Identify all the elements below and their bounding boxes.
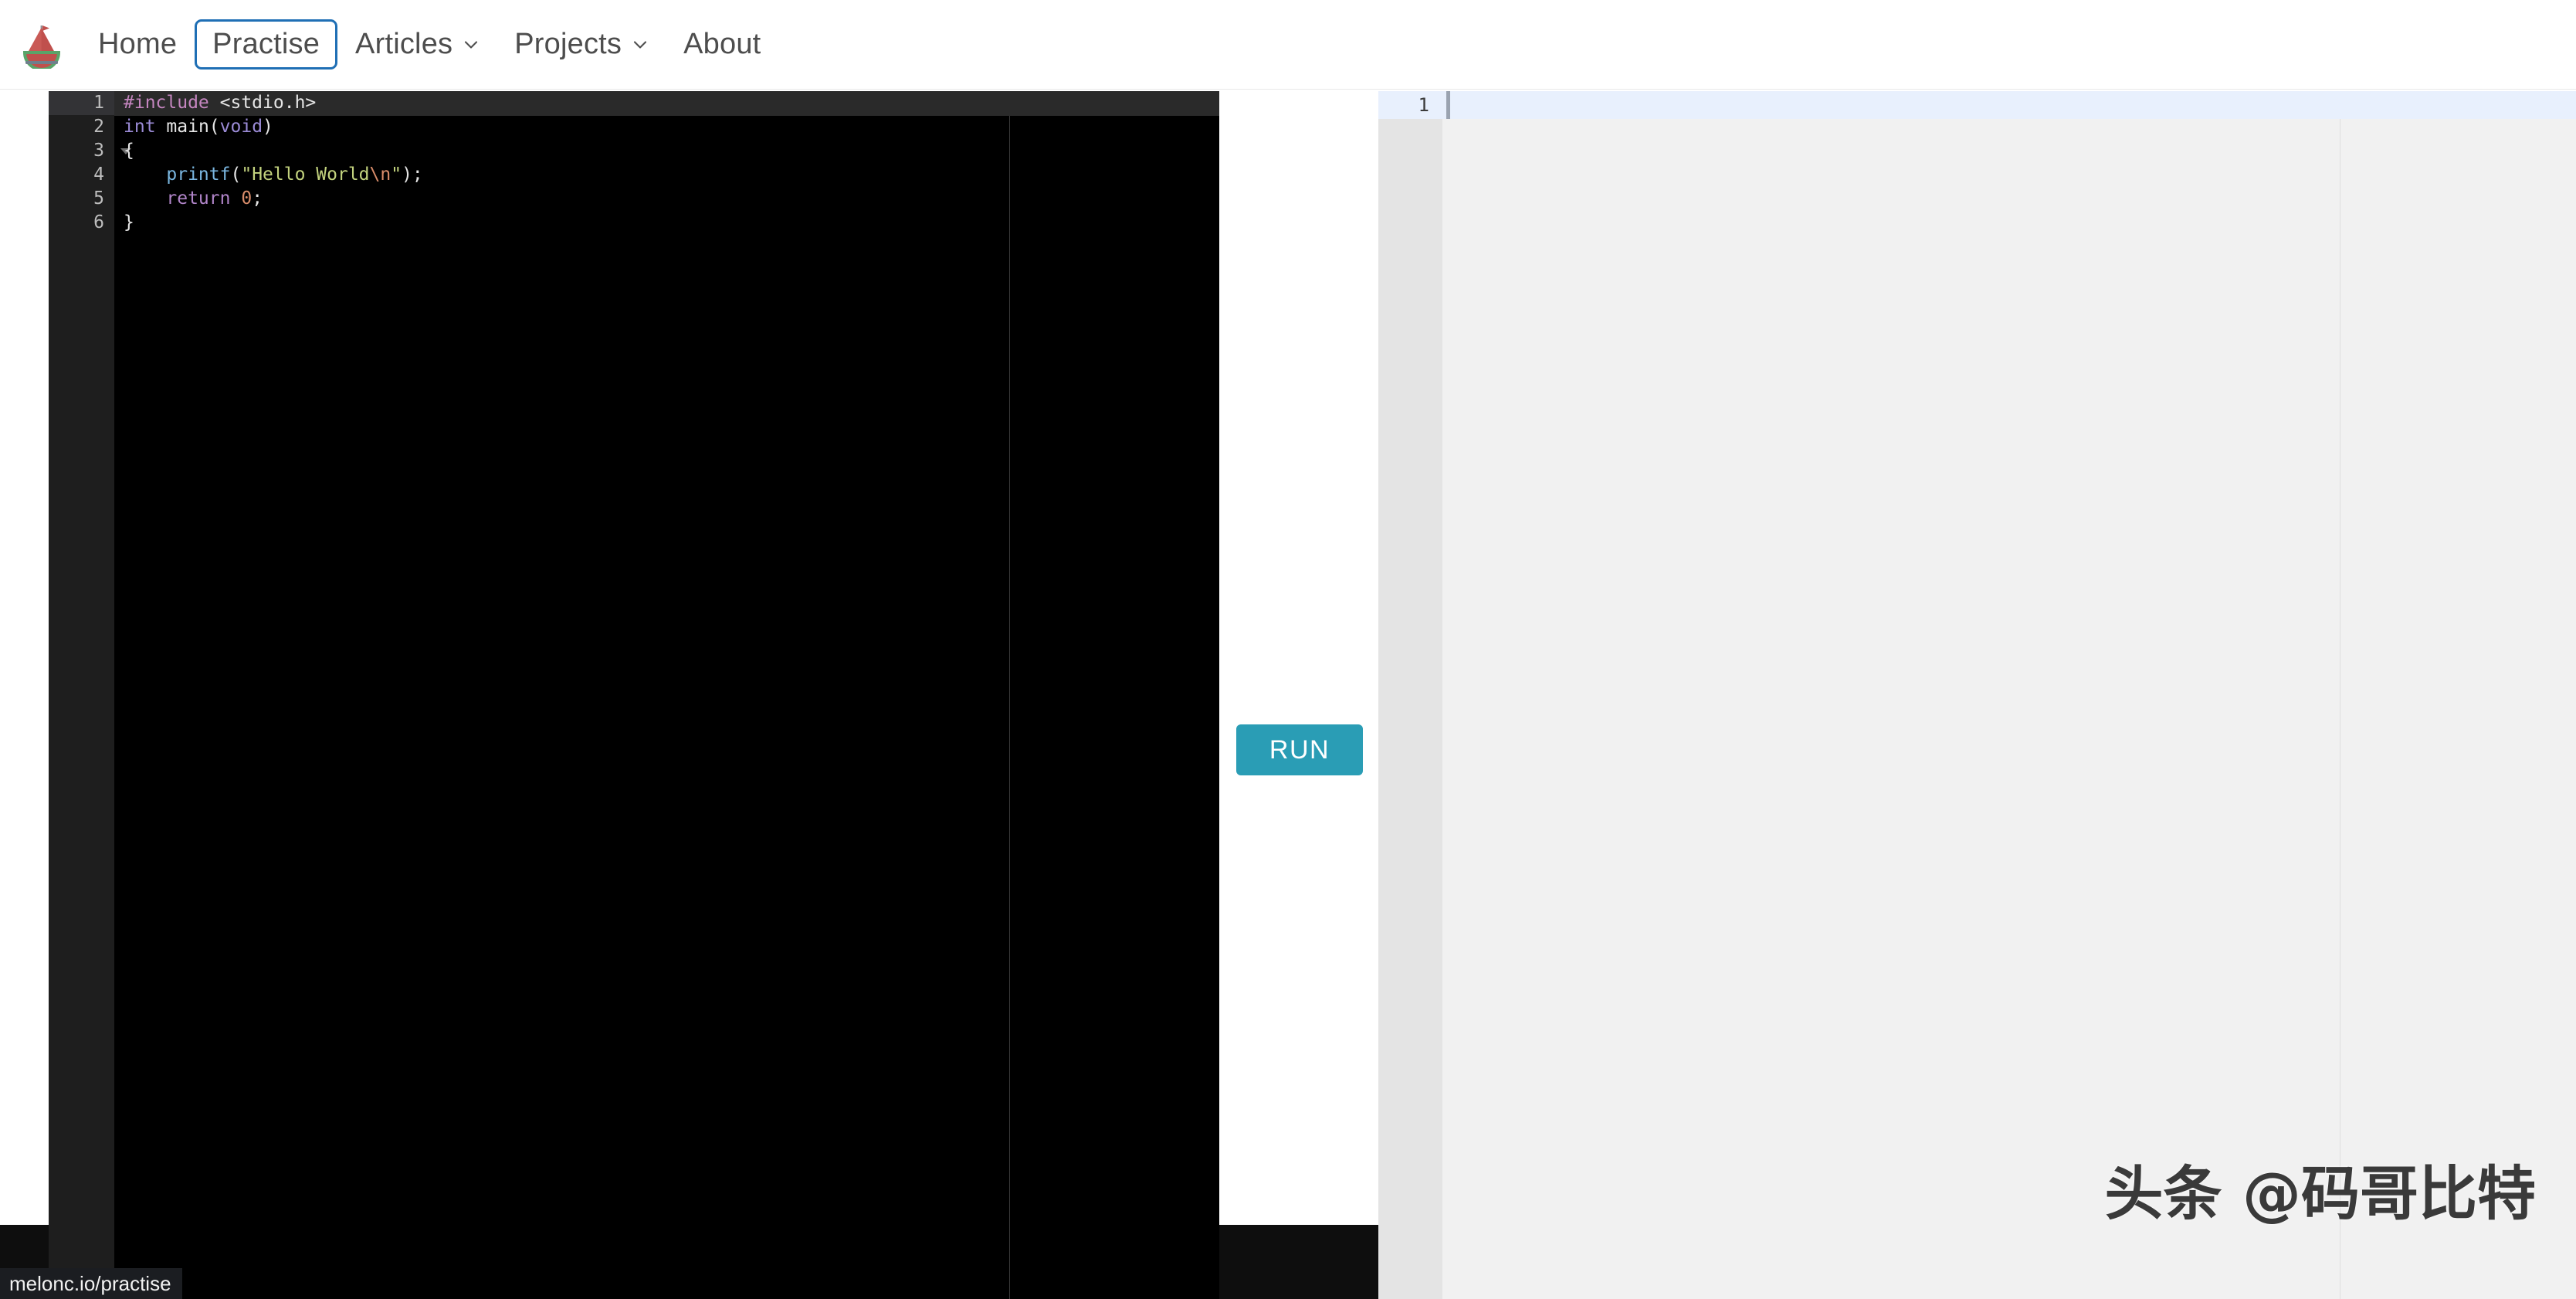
output-editor-line-number-gutter: 1	[1378, 91, 1442, 1299]
nav-item-label: Home	[98, 28, 178, 60]
code-line: }	[114, 211, 1219, 235]
code-editor-line-number-gutter: 1234 5 6	[49, 91, 131, 1299]
code-line-number: 3	[49, 139, 131, 163]
code-token: (	[230, 164, 242, 185]
code-token: printf	[166, 164, 231, 185]
code-token: )	[263, 117, 273, 137]
code-token: \n	[369, 164, 391, 185]
code-token: "Hello World	[241, 164, 370, 185]
code-line-number: 1	[49, 91, 114, 115]
code-editor-panel[interactable]: 123456 #include <stdio.h> int main(void){…	[49, 91, 1219, 1299]
code-token: int	[124, 117, 156, 137]
nav-item-label: Practise	[212, 28, 320, 60]
code-editor-content[interactable]: #include <stdio.h> int main(void){ printf…	[114, 91, 1219, 1299]
code-line-number: 4	[93, 164, 104, 185]
code-token: main	[166, 117, 209, 137]
chevron-down-icon	[632, 37, 648, 53]
code-line-number: 5	[93, 188, 104, 209]
nav-item-practise[interactable]: Practise	[195, 19, 338, 70]
browser-status-bar-url: melonc.io/practise	[0, 1268, 182, 1299]
code-token: (	[208, 117, 220, 137]
code-line: int main(void)	[114, 115, 1219, 139]
nav-item-label: About	[683, 28, 761, 60]
code-token: );	[402, 164, 423, 185]
watermark-text: 头条 @码哥比特	[2104, 1159, 2536, 1228]
output-editor-panel[interactable]: 1	[1378, 91, 2576, 1299]
nav-item-articles[interactable]: Articles	[337, 19, 497, 70]
code-token: void	[219, 117, 263, 137]
code-token: "	[391, 164, 402, 185]
code-token: {	[124, 141, 134, 161]
code-editor-indent-guide	[1009, 116, 1010, 1299]
code-token: <stdio.h>	[219, 93, 317, 113]
nav-links: Home Practise Articles Projects About	[80, 19, 778, 70]
nav-item-projects[interactable]: Projects	[497, 19, 666, 70]
code-line: #include <stdio.h>	[114, 91, 1219, 115]
nav-item-about[interactable]: About	[666, 19, 778, 70]
top-navigation-bar: Home Practise Articles Projects About	[0, 0, 2576, 90]
code-line-number: 2	[93, 117, 104, 137]
code-token: ;	[252, 188, 263, 209]
watermelon-sailboat-logo-icon[interactable]	[20, 21, 63, 71]
chevron-down-icon	[463, 37, 479, 53]
code-token: }	[124, 212, 134, 232]
code-line-number: 6	[93, 212, 104, 232]
run-button[interactable]: RUN	[1236, 724, 1363, 775]
code-line: return 0;	[114, 187, 1219, 211]
nav-item-label: Articles	[355, 28, 453, 60]
code-token: return	[166, 188, 231, 209]
nav-item-label: Projects	[514, 28, 622, 60]
output-line-number: 1	[1378, 91, 1442, 119]
code-token: #include	[124, 93, 209, 113]
nav-item-home[interactable]: Home	[80, 19, 195, 70]
code-line: {	[114, 139, 1219, 163]
code-token: 0	[241, 188, 253, 209]
output-editor-content[interactable]	[1442, 91, 2576, 1299]
code-line: printf("Hello World\n");	[114, 163, 1219, 187]
